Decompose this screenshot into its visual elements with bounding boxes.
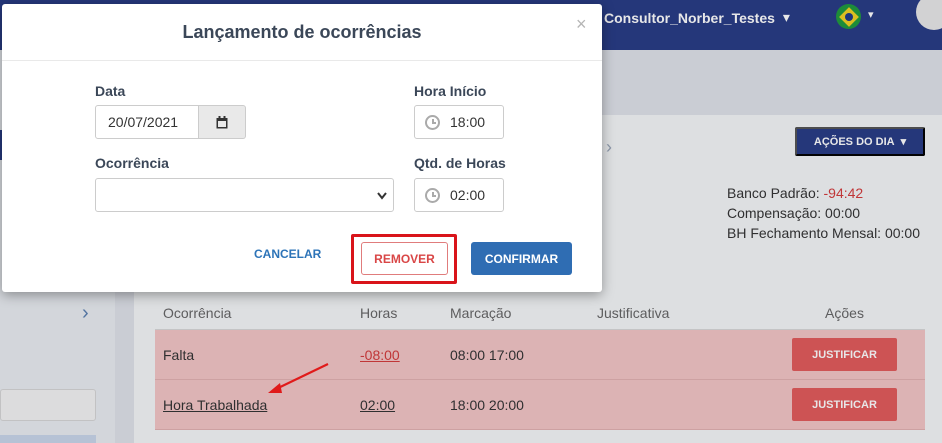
occurrence-label: Ocorrência [95, 155, 169, 171]
remove-button[interactable]: REMOVER [361, 242, 448, 275]
calendar-button[interactable] [199, 105, 246, 139]
chevron-down-icon [377, 192, 387, 200]
start-time-value: 18:00 [450, 114, 486, 130]
date-label: Data [95, 83, 126, 99]
clock-icon [425, 187, 440, 203]
hours-qty-value: 02:00 [450, 187, 486, 203]
close-icon[interactable]: × [576, 14, 587, 35]
hours-qty-label: Qtd. de Horas [414, 155, 506, 171]
start-time-label: Hora Início [414, 83, 487, 99]
annotation-arrow-icon [268, 363, 329, 393]
cancel-button[interactable]: CANCELAR [254, 247, 321, 261]
dialog-divider [2, 60, 602, 61]
confirm-button[interactable]: CONFIRMAR [471, 242, 572, 275]
date-input[interactable]: 20/07/2021 [95, 105, 199, 139]
clock-icon [425, 114, 440, 130]
start-time-input[interactable]: 18:00 [414, 105, 504, 139]
occurrence-dialog: Lançamento de ocorrências × Data 20/07/2… [2, 4, 602, 292]
hours-qty-input[interactable]: 02:00 [414, 178, 504, 212]
dialog-title: Lançamento de ocorrências [182, 22, 422, 42]
calendar-icon [216, 115, 228, 128]
occurrence-select[interactable] [95, 178, 394, 212]
